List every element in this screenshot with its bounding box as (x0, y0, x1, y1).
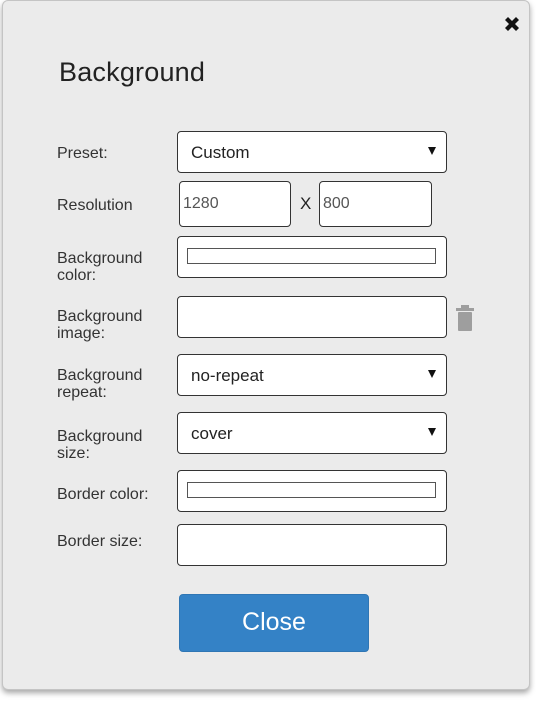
background-repeat-select-value: no-repeat (191, 366, 264, 385)
background-color-label-line2: color: (57, 267, 97, 284)
close-x-icon[interactable] (501, 13, 523, 35)
preset-select-value: Custom (191, 143, 250, 162)
resolution-separator: X (300, 194, 312, 213)
chevron-down-icon (428, 370, 436, 378)
resolution-width-input[interactable]: 1280 (179, 181, 291, 227)
background-image-label-line1: Background (57, 308, 143, 325)
chevron-down-icon (428, 147, 436, 155)
background-color-label-line1: Background (57, 250, 143, 267)
background-repeat-label-line2: repeat: (57, 384, 107, 401)
border-size-input[interactable] (177, 524, 447, 566)
background-size-select[interactable]: cover (177, 412, 447, 454)
background-color-label: Background color: (57, 250, 142, 284)
chevron-down-icon (428, 428, 436, 436)
background-color-picker[interactable] (177, 236, 447, 278)
border-color-picker[interactable] (177, 470, 447, 512)
border-size-label: Border size: (57, 533, 143, 550)
background-dialog: Background Preset: Custom Resolution 128… (2, 0, 530, 690)
background-image-input[interactable] (177, 296, 447, 338)
background-image-label: Background image: (57, 308, 142, 342)
trash-icon[interactable] (456, 305, 474, 331)
background-repeat-select[interactable]: no-repeat (177, 354, 447, 396)
background-size-label-line1: Background (57, 428, 143, 445)
preset-select[interactable]: Custom (177, 131, 447, 173)
background-repeat-label: Background repeat: (57, 367, 142, 401)
close-button[interactable]: Close (179, 594, 369, 652)
background-color-swatch (187, 248, 436, 264)
border-color-label: Border color: (57, 486, 149, 503)
background-repeat-label-line1: Background (57, 367, 143, 384)
border-color-swatch (187, 482, 436, 498)
background-size-label: Background size: (57, 428, 142, 462)
preset-label: Preset: (57, 145, 108, 162)
resolution-height-input[interactable]: 800 (319, 181, 432, 227)
background-image-label-line2: image: (57, 325, 106, 342)
background-size-select-value: cover (191, 424, 233, 443)
dialog-title: Background (59, 57, 206, 87)
background-size-label-line2: size: (57, 445, 90, 462)
resolution-label: Resolution (57, 197, 133, 214)
